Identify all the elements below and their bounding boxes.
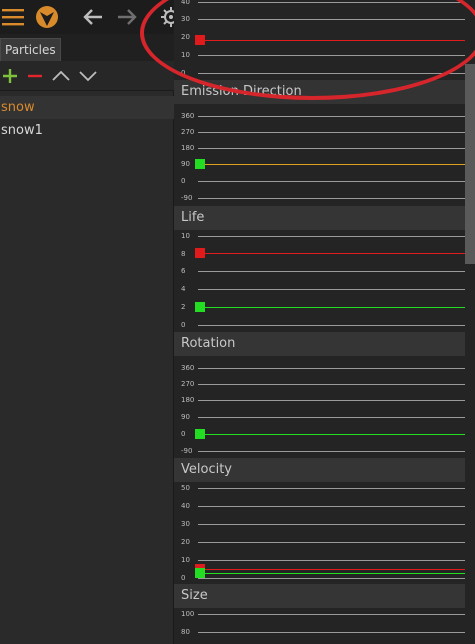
grid-line [198,400,465,401]
curve-line-green [198,307,465,308]
tick-label: 100 [181,610,195,618]
keyframe-green[interactable] [195,159,205,169]
grid-line [198,2,465,3]
grid-line [198,560,465,561]
arrow-right-icon[interactable] [114,4,140,30]
grid-line [198,488,465,489]
tick-label: 20 [181,538,190,546]
tick-label: 360 [181,364,195,372]
keyframe-green[interactable] [195,568,205,578]
app-logo-icon[interactable] [34,4,60,30]
graph-size: 100 80 [174,608,465,644]
graph-title-life: Life [174,206,465,230]
grid-line [198,524,465,525]
tick-label: 40 [181,0,190,6]
plus-icon[interactable] [0,66,20,86]
grid-line [198,19,465,20]
tick-label: 90 [181,160,190,168]
grid-line [198,368,465,369]
tick-label: 2 [181,303,186,311]
tick-label: 270 [181,380,195,388]
tick-label: 0 [181,69,186,77]
graph-title-size: Size [174,584,465,608]
curve-line-green [198,434,465,435]
tick-label: 90 [181,413,190,421]
chevron-up-icon[interactable] [51,66,71,86]
graph-emission-direction: 360 270 180 90 0 -90 [174,104,465,206]
tick-label: 20 [181,33,190,41]
tick-label: 8 [181,250,186,258]
tick-label: 180 [181,396,195,404]
tick-label: 40 [181,502,190,510]
tick-label: 6 [181,267,186,275]
tick-label: 4 [181,285,186,293]
grid-line [198,198,465,199]
hamburger-menu-icon[interactable] [0,4,26,30]
grid-line [198,632,465,633]
tick-label: 10 [181,556,190,564]
graph-title-velocity: Velocity [174,458,465,482]
grid-line [198,451,465,452]
tick-label: 360 [181,112,195,120]
grid-line [198,271,465,272]
keyframe-green[interactable] [195,429,205,439]
keyframe-red[interactable] [195,248,205,258]
tick-label: -90 [181,447,193,455]
tick-label: 80 [181,628,190,636]
tick-label: 0 [181,430,186,438]
emitter-toolbar [0,61,174,91]
grid-line [198,542,465,543]
tab-bar: Particles [0,34,174,61]
curve-line-orange [198,164,465,165]
tick-label: 0 [181,574,186,582]
vertical-scrollbar[interactable] [465,64,475,264]
grid-line [198,181,465,182]
grid-line [198,506,465,507]
grid-line [198,132,465,133]
grid-line [198,417,465,418]
tick-label: 30 [181,15,190,23]
grid-line [198,116,465,117]
list-item-snow1[interactable]: snow1 [0,119,174,142]
arrow-left-icon[interactable] [80,4,106,30]
keyframe-red[interactable] [195,35,205,45]
graph-velocity: 50 40 30 20 10 0 [174,482,465,584]
grid-line [198,73,465,74]
particles-panel: Particles snow snow1 [0,34,174,644]
curve-line-red [198,253,465,254]
keyframe-green[interactable] [195,302,205,312]
curve-line-green [198,573,465,574]
grid-line [198,148,465,149]
curve-line-red [198,40,465,41]
tick-label: 10 [181,232,190,240]
tick-label: 0 [181,177,186,185]
tick-label: 270 [181,128,195,136]
curve-line-red [198,569,465,570]
tick-label: 180 [181,144,195,152]
grid-line [198,289,465,290]
grid-line [198,236,465,237]
tick-label: 0 [181,321,186,329]
grid-line [198,325,465,326]
tick-label: 30 [181,520,190,528]
graph-title-emission-direction: Emission Direction [174,80,465,104]
grid-line [198,614,465,615]
graph-title-rotation: Rotation [174,332,465,356]
grid-line [198,55,465,56]
graph-rotation: 360 270 180 90 0 -90 [174,356,465,458]
graph-life: 10 8 6 4 2 0 [174,230,465,332]
tick-label: 50 [181,484,190,492]
tick-label: 10 [181,51,190,59]
graph-top: 40 30 20 10 0 [174,0,465,80]
curve-editor: 40 30 20 10 0 Emission Direction 360 270… [174,0,475,644]
emitter-list: snow snow1 [0,96,174,142]
list-item-snow[interactable]: snow [0,96,174,119]
tab-particles[interactable]: Particles [0,38,61,61]
chevron-down-icon[interactable] [78,66,98,86]
minus-icon[interactable] [25,66,45,86]
grid-line [198,384,465,385]
grid-line [198,578,465,579]
tick-label: -90 [181,194,193,202]
